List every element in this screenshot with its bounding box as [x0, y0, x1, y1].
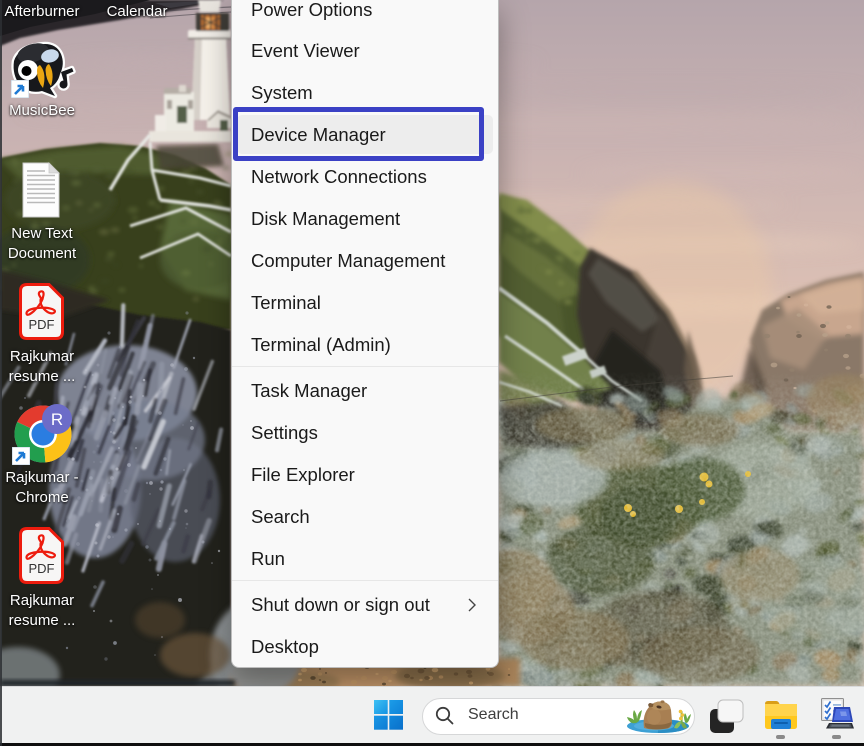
- svg-text:PDF: PDF: [29, 561, 55, 576]
- svg-text:PDF: PDF: [29, 317, 55, 332]
- svg-text:R: R: [51, 410, 63, 429]
